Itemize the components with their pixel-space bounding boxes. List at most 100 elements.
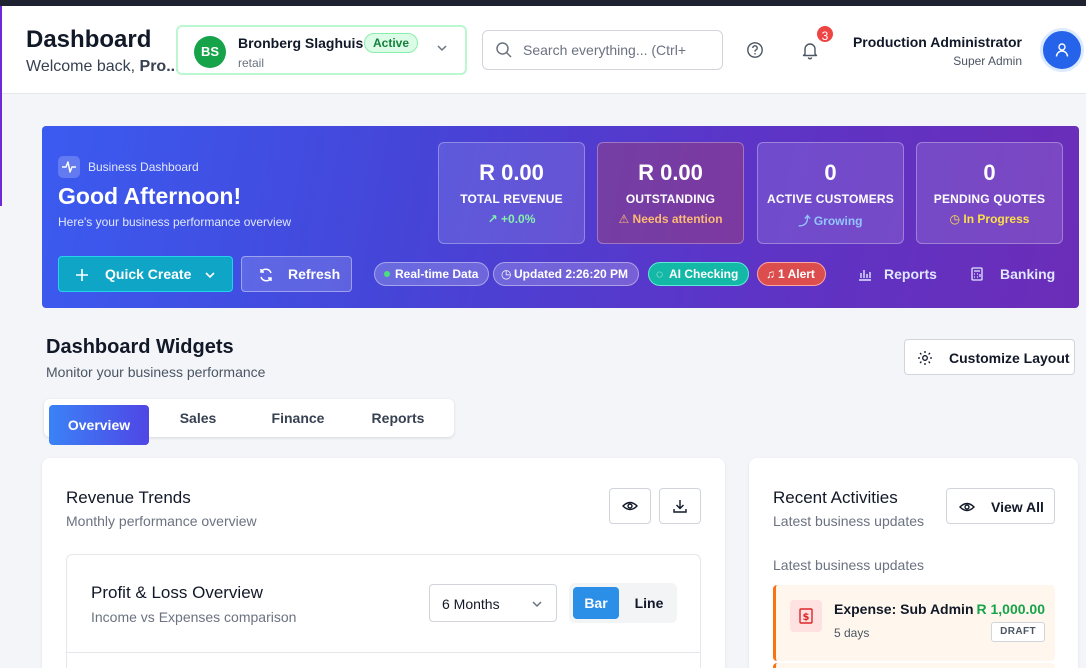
profit-loss-title: Profit & Loss Overview	[91, 583, 263, 602]
welcome-name: Pro...	[139, 58, 180, 75]
customize-layout-label: Customize Layout	[949, 350, 1070, 366]
activities-section-label: Latest business updates	[773, 557, 924, 573]
refresh-icon	[260, 268, 272, 282]
activity-item[interactable]: $ Expense: Sub Admin R 1,000.00 5 days D…	[773, 585, 1055, 661]
download-icon	[673, 500, 687, 513]
ai-checking-label: AI Checking	[669, 267, 739, 281]
widget-tabs: Overview Sales Finance Reports	[44, 399, 454, 445]
user-icon	[1055, 43, 1069, 57]
plus-icon	[76, 269, 88, 281]
stat-label: OUTSTANDING	[625, 192, 716, 206]
business-selector[interactable]: BS Bronberg Slaghuis Active retail	[176, 25, 467, 75]
customize-layout-button[interactable]: Customize Layout	[904, 339, 1075, 375]
stat-value: R 0.00	[479, 160, 544, 185]
updated-pill: ◷ Updated 2:26:20 PM	[493, 262, 640, 286]
tab-overview[interactable]: Overview	[49, 405, 149, 445]
hero-description: Here's your business performance overvie…	[58, 215, 292, 229]
business-type: retail	[238, 56, 265, 70]
trending-icon: ⤴	[798, 214, 814, 228]
stat-change: ⤴ Growing	[758, 212, 903, 229]
loader-icon: ◌	[656, 267, 664, 281]
bell-icon[interactable]	[800, 40, 820, 60]
updated-label: Updated 2:26:20 PM	[514, 267, 629, 281]
activity-title: Expense: Sub Admin	[834, 601, 974, 617]
stat-change: ⚠ Needs attention	[598, 212, 743, 226]
view-all-label: View All	[991, 499, 1044, 515]
stat-change: ◷ In Progress	[917, 212, 1062, 226]
stat-label: ACTIVE CUSTOMERS	[767, 192, 894, 206]
stat-card-revenue[interactable]: R 0.00 TOTAL REVENUE ↗ +0.0%	[438, 142, 585, 244]
trend-up-icon: ↗	[487, 212, 502, 226]
page-title: Dashboard	[26, 26, 152, 53]
stat-change-text: Growing	[813, 214, 863, 228]
period-select[interactable]: 6 Months	[429, 584, 557, 622]
ai-checking-pill: ◌ AI Checking	[648, 262, 750, 286]
view-button[interactable]	[609, 488, 651, 524]
hero-tag: Business Dashboard	[88, 160, 199, 174]
help-icon[interactable]	[746, 41, 764, 59]
warning-icon: ⚠	[618, 212, 633, 226]
tab-finance[interactable]: Finance	[252, 399, 344, 437]
clock-icon: ◷	[501, 267, 512, 281]
activity-item-partial[interactable]	[773, 663, 1055, 668]
banking-link-label: Banking	[1000, 266, 1056, 282]
widgets-title: Dashboard Widgets	[46, 336, 234, 358]
profit-loss-panel: Profit & Loss Overview Income vs Expense…	[66, 554, 701, 668]
revenue-trends-card: Revenue Trends Monthly performance overv…	[42, 458, 725, 668]
user-name: Production Administrator	[852, 34, 1022, 50]
business-name: Bronberg Slaghuis	[238, 35, 364, 51]
business-status-badge: Active	[364, 33, 419, 53]
clock-icon: ◷	[949, 212, 964, 226]
app-header: Dashboard Welcome back, Pro... BS Bronbe…	[0, 6, 1086, 94]
view-all-button[interactable]: View All	[946, 488, 1055, 524]
reports-link-label: Reports	[884, 266, 937, 282]
stat-value: 0	[824, 160, 837, 185]
stat-card-outstanding[interactable]: R 0.00 OUTSTANDING ⚠ Needs attention	[597, 142, 744, 244]
refresh-label: Refresh	[288, 266, 341, 282]
stat-card-quotes[interactable]: 0 PENDING QUOTES ◷ In Progress	[916, 142, 1063, 244]
divider	[67, 652, 700, 653]
stat-label: PENDING QUOTES	[933, 192, 1046, 206]
stat-value: R 0.00	[638, 160, 703, 185]
banking-link[interactable]: Banking	[970, 266, 1055, 282]
activity-icon	[58, 156, 80, 178]
stat-value: 0	[983, 160, 996, 185]
hero-banner: Business Dashboard Good Afternoon! Here'…	[42, 126, 1079, 308]
refresh-button[interactable]: Refresh	[241, 256, 352, 292]
realtime-label: Real-time Data	[395, 267, 479, 281]
activities-subtitle: Latest business updates	[773, 513, 924, 529]
widgets-subtitle: Monitor your business performance	[46, 364, 266, 380]
recent-activities-card: Recent Activities Latest business update…	[749, 458, 1078, 668]
revenue-subtitle: Monthly performance overview	[66, 513, 257, 529]
svg-text:$: $	[803, 612, 810, 623]
stat-change-text: In Progress	[963, 212, 1030, 226]
alert-pill[interactable]: ♫ 1 Alert	[757, 262, 826, 286]
stat-change: ↗ +0.0%	[439, 212, 584, 226]
bar-toggle-button[interactable]: Bar	[573, 587, 619, 619]
tab-reports[interactable]: Reports	[352, 399, 444, 437]
chevron-down-icon	[205, 272, 215, 279]
realtime-pill: Real-time Data	[374, 262, 490, 286]
chevron-down-icon	[437, 45, 447, 52]
stat-card-customers[interactable]: 0 ACTIVE CUSTOMERS ⤴ Growing	[757, 142, 904, 244]
gear-icon	[918, 351, 932, 365]
receipt-icon: $	[790, 600, 822, 632]
business-avatar: BS	[194, 36, 226, 68]
activity-time: 5 days	[834, 626, 870, 640]
search-icon	[496, 42, 512, 58]
stat-change-text: +0.0%	[501, 212, 536, 226]
bar-chart-icon	[859, 270, 871, 281]
line-toggle-button[interactable]: Line	[629, 587, 669, 619]
stat-label: TOTAL REVENUE	[460, 192, 563, 206]
quick-create-button[interactable]: Quick Create	[58, 256, 233, 292]
alert-label: 1 Alert	[778, 267, 815, 281]
chart-type-toggle: Bar Line	[569, 583, 677, 623]
download-button[interactable]	[659, 488, 701, 524]
revenue-title: Revenue Trends	[66, 488, 191, 507]
search-placeholder: Search everything... (Ctrl+	[523, 42, 687, 58]
search-input[interactable]: Search everything... (Ctrl+	[482, 30, 723, 70]
bell-icon: ♫	[766, 267, 775, 281]
reports-link[interactable]: Reports	[858, 266, 937, 282]
tab-sales[interactable]: Sales	[154, 399, 242, 437]
user-avatar[interactable]	[1040, 28, 1084, 72]
